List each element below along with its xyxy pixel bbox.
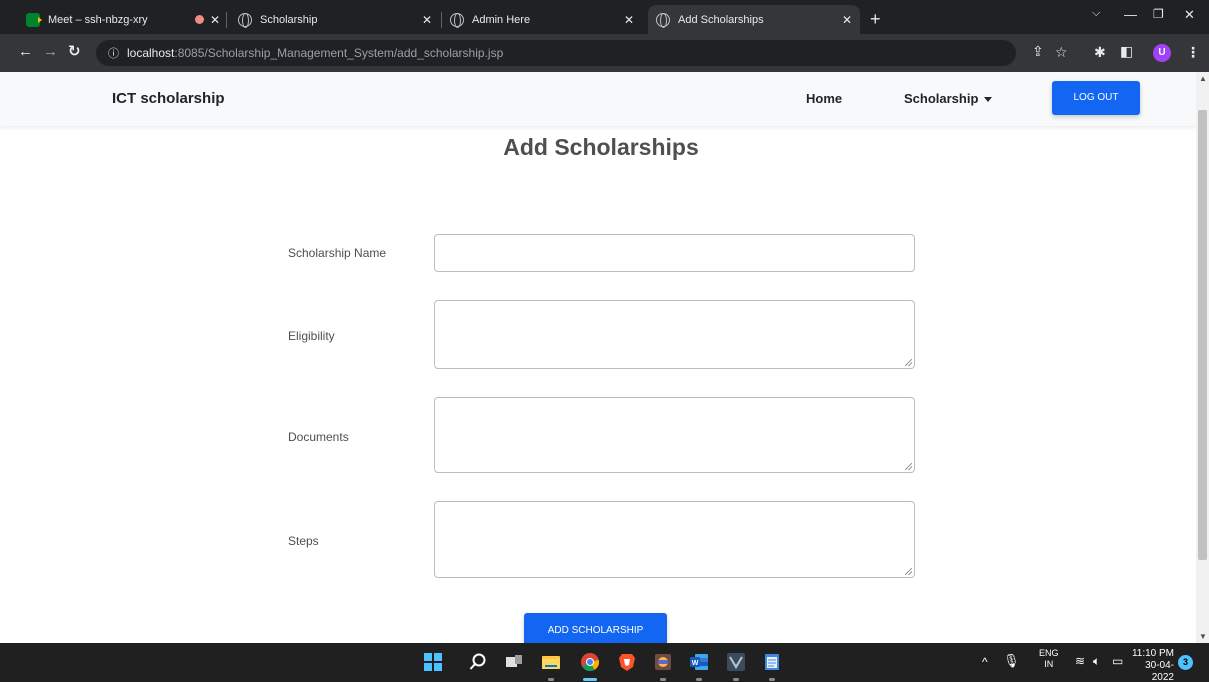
- address-bar[interactable]: ⓘ localhost:8085/Scholarship_Management_…: [96, 40, 1016, 66]
- tab-title: Add Scholarships: [678, 13, 764, 26]
- notepad-icon[interactable]: [763, 653, 781, 671]
- svg-text:W: W: [692, 660, 699, 667]
- url-host: localhost: [127, 46, 175, 60]
- back-arrow-icon[interactable]: ←: [18, 43, 33, 60]
- chrome-icon[interactable]: [581, 653, 600, 672]
- windows-taskbar: W ^ 🎙︎ ENG IN ≋ 🔈︎ ▭ 11:10 PM 30-04-2022: [0, 643, 1209, 682]
- wifi-icon[interactable]: ≋: [1075, 654, 1085, 668]
- documents-textarea[interactable]: [434, 397, 915, 473]
- page-title: Add Scholarships: [503, 134, 699, 160]
- tab-separator: [226, 12, 227, 28]
- close-icon[interactable]: ✕: [842, 13, 852, 27]
- logout-button[interactable]: LOG OUT: [1052, 81, 1140, 115]
- volume-icon[interactable]: 🔈︎: [1093, 654, 1100, 669]
- nav-home-link[interactable]: Home: [806, 91, 842, 106]
- resize-handle-icon[interactable]: [905, 568, 912, 575]
- tab-title: Scholarship: [260, 13, 318, 26]
- battery-icon[interactable]: ▭: [1112, 654, 1123, 668]
- star-icon[interactable]: ☆: [1055, 44, 1068, 61]
- windows-start-icon[interactable]: [424, 653, 442, 671]
- tab-admin-here[interactable]: Admin Here ✕: [442, 5, 642, 34]
- side-panel-icon[interactable]: ◧: [1120, 43, 1133, 60]
- chevron-up-icon[interactable]: ^: [982, 655, 988, 669]
- kebab-menu-icon[interactable]: ⋮: [1186, 44, 1200, 61]
- globe-icon: [238, 12, 252, 28]
- forward-arrow-icon[interactable]: →: [43, 43, 58, 60]
- scholarship-name-input[interactable]: [434, 234, 915, 272]
- site-navbar: ICT scholarship Home Scholarship LOG OUT: [0, 72, 1196, 126]
- page-scrollbar[interactable]: ▲ ▼: [1196, 72, 1209, 643]
- eligibility-textarea[interactable]: [434, 300, 915, 369]
- region-code: IN: [1044, 659, 1054, 669]
- extensions-icon[interactable]: ✱: [1094, 44, 1106, 61]
- page-viewport: ICT scholarship Home Scholarship LOG OUT…: [0, 72, 1196, 643]
- time-display: 11:10 PM: [1131, 648, 1174, 659]
- task-view-icon[interactable]: [505, 653, 523, 671]
- running-indicator: [696, 678, 702, 681]
- search-icon[interactable]: [469, 653, 487, 671]
- running-indicator: [660, 678, 666, 681]
- close-icon[interactable]: ✕: [422, 13, 432, 27]
- close-icon[interactable]: ✕: [210, 13, 220, 27]
- game-app-icon[interactable]: [654, 653, 672, 671]
- documents-label: Documents: [288, 430, 349, 444]
- scroll-down-icon[interactable]: ▼: [1199, 632, 1207, 641]
- close-icon[interactable]: ✕: [624, 13, 634, 27]
- globe-icon: [656, 12, 670, 28]
- running-indicator: [548, 678, 554, 681]
- globe-icon: [450, 12, 464, 28]
- google-meet-icon: [26, 12, 42, 27]
- info-icon[interactable]: ⓘ: [108, 45, 119, 61]
- tab-title: Admin Here: [472, 13, 531, 26]
- running-indicator: [769, 678, 775, 681]
- resize-handle-icon[interactable]: [905, 359, 912, 366]
- file-explorer-icon[interactable]: [542, 653, 560, 671]
- ide-icon[interactable]: [727, 653, 745, 671]
- scroll-up-icon[interactable]: ▲: [1199, 74, 1207, 83]
- share-icon[interactable]: ⇪: [1032, 43, 1044, 60]
- microphone-icon[interactable]: 🎙︎: [1003, 653, 1020, 669]
- tab-meet[interactable]: Meet – ssh-nbzg-xry ✕: [18, 5, 228, 34]
- recording-icon: [194, 15, 204, 24]
- minimize-icon[interactable]: —: [1124, 7, 1137, 22]
- active-indicator: [583, 678, 597, 681]
- add-scholarship-button[interactable]: ADD SCHOLARSHIP: [524, 613, 667, 643]
- resize-handle-icon[interactable]: [905, 463, 912, 470]
- browser-toolbar: ← → ↻ ⓘ localhost:8085/Scholarship_Manag…: [0, 34, 1209, 72]
- window-close-icon[interactable]: ✕: [1184, 7, 1195, 23]
- tab-scholarship[interactable]: Scholarship ✕: [230, 5, 440, 34]
- language-indicator[interactable]: ENG IN: [1039, 648, 1059, 670]
- profile-avatar[interactable]: U: [1153, 44, 1171, 62]
- running-indicator: [733, 678, 739, 681]
- tab-title: Meet – ssh-nbzg-xry: [48, 13, 148, 26]
- clock[interactable]: 11:10 PM 30-04-2022: [1130, 648, 1174, 682]
- word-icon[interactable]: W: [690, 653, 708, 671]
- notification-badge[interactable]: 3: [1178, 655, 1193, 670]
- url-path: :8085/Scholarship_Management_System/add_…: [174, 46, 504, 60]
- scholarship-name-label: Scholarship Name: [288, 246, 387, 260]
- nav-scholarship-label: Scholarship: [904, 91, 979, 106]
- browser-tab-strip: Meet – ssh-nbzg-xry ✕ Scholarship ✕ Admi…: [0, 0, 1209, 34]
- brand-link[interactable]: ICT scholarship: [112, 90, 225, 107]
- steps-label: Steps: [288, 534, 319, 548]
- reload-icon[interactable]: ↻: [68, 42, 81, 60]
- new-tab-icon[interactable]: +: [870, 9, 881, 30]
- eligibility-label: Eligibility: [288, 329, 335, 343]
- caret-down-icon: [984, 97, 993, 103]
- tab-add-scholarships[interactable]: Add Scholarships ✕: [648, 5, 860, 34]
- scrollbar-thumb[interactable]: [1198, 110, 1207, 560]
- language-code: ENG: [1039, 648, 1059, 658]
- restore-icon[interactable]: ❐: [1153, 7, 1164, 21]
- brave-icon[interactable]: [618, 653, 636, 671]
- chevron-down-icon[interactable]: ⌵: [1092, 7, 1100, 20]
- nav-scholarship-dropdown[interactable]: Scholarship: [904, 91, 993, 106]
- date-display: 30-04-2022: [1145, 660, 1174, 682]
- steps-textarea[interactable]: [434, 501, 915, 578]
